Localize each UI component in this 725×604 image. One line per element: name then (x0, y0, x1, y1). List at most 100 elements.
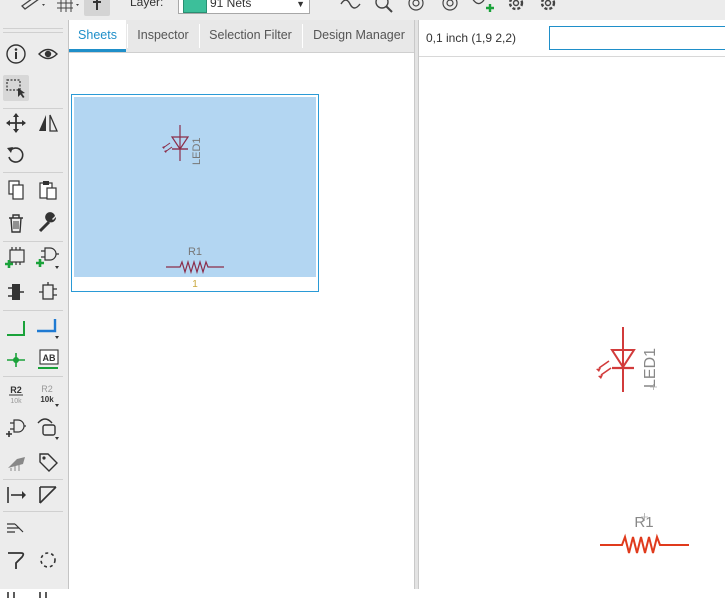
junction-icon (7, 353, 25, 367)
gear-icon[interactable] (536, 0, 560, 14)
paste-icon (39, 181, 57, 200)
rotate-icon (7, 147, 24, 163)
move-tool[interactable] (3, 110, 29, 136)
led1-part[interactable]: LED1 (596, 327, 659, 392)
add-gate-icon (36, 247, 59, 269)
mirror-tool[interactable] (35, 110, 61, 136)
wave-icon[interactable] (338, 0, 364, 14)
name-icon: R2 10k (9, 385, 23, 405)
toolbox-divider (3, 32, 63, 33)
group-select-icon (6, 79, 25, 98)
more-icon (39, 592, 47, 598)
copy-icon (8, 180, 24, 200)
name-tool[interactable]: R2 10k (3, 382, 29, 408)
toolbox-divider (3, 511, 63, 512)
toolbox-divider (3, 108, 63, 109)
optimize-tool[interactable] (35, 547, 61, 573)
grid-coordinate-readout: 0,1 inch (1,9 2,2) (426, 31, 517, 45)
name-icon-subtext: 10k (10, 398, 22, 405)
add-part-icon (5, 247, 25, 268)
label-icon-text: AB (43, 353, 56, 363)
wire-tool[interactable] (3, 315, 29, 341)
tab-selection-filter[interactable]: Selection Filter (200, 20, 301, 52)
tab-sheets[interactable]: Sheets (69, 20, 126, 52)
toolbox-divider (3, 479, 63, 480)
show-tool[interactable] (35, 41, 61, 67)
layer-label: Layer: (130, 0, 164, 9)
ratsnest-icon[interactable] (404, 0, 428, 14)
line-tool[interactable] (35, 482, 61, 508)
trash-icon (9, 214, 23, 233)
info-icon (6, 44, 26, 64)
label-tool[interactable]: AB (35, 347, 61, 373)
zoom-icon[interactable] (372, 0, 396, 14)
pin-button[interactable] (84, 0, 110, 16)
tab-inspector[interactable]: Inspector (128, 20, 198, 52)
r1-part[interactable]: R1 (600, 513, 689, 554)
ripup-icon[interactable] (438, 0, 462, 14)
smash-tool[interactable] (35, 415, 61, 441)
toolbox-divider (3, 376, 63, 377)
sheet-thumbnail[interactable]: LED1 R1 1 (71, 94, 319, 292)
attribute-tool[interactable] (35, 449, 61, 475)
paste-tool[interactable] (35, 177, 61, 203)
gate-swap-tool[interactable] (3, 279, 29, 305)
miter-tool[interactable] (3, 449, 29, 475)
schematic-canvas[interactable]: 0,1 inch (1,9 2,2) LED1 R1 (419, 20, 725, 589)
optimize-icon (40, 552, 56, 568)
replace-tool[interactable] (35, 245, 61, 271)
junction-tool[interactable] (3, 347, 29, 373)
r1-name-label[interactable]: R1 (634, 514, 653, 531)
smash-icon (37, 418, 59, 440)
info-tool[interactable] (3, 41, 29, 67)
top-toolbar: Layer: 91 Nets ▼ (0, 0, 725, 21)
toolbox-divider (3, 28, 63, 29)
resistor-label-preview: R1 (188, 246, 202, 258)
led-label-preview: LED1 (191, 137, 203, 165)
ercheck-tool[interactable] (3, 547, 29, 573)
wrench-icon (38, 212, 57, 233)
bus-tool[interactable] (3, 515, 29, 541)
mirror-icon (39, 114, 58, 132)
rotate-tool[interactable] (3, 142, 29, 168)
add-route-icon[interactable] (470, 0, 496, 14)
name-icon-text: R2 (10, 385, 22, 395)
toolbox-divider (3, 172, 63, 173)
coordinate-bar: 0,1 inch (1,9 2,2) (419, 20, 725, 57)
invoke-tool[interactable] (3, 415, 29, 441)
wire-icon (7, 321, 25, 336)
net-tool[interactable] (35, 315, 61, 341)
copy-tool[interactable] (3, 177, 29, 203)
toolbox-divider (3, 310, 63, 311)
label-icon: AB (38, 349, 59, 369)
erc-icon (8, 552, 25, 569)
grid-icon[interactable] (54, 0, 82, 14)
layer-select[interactable]: 91 Nets ▼ (178, 0, 310, 14)
delete-tool[interactable] (3, 210, 29, 236)
sheet-preview: LED1 R1 (74, 97, 316, 277)
command-line-input[interactable] (549, 26, 725, 50)
layer-color-swatch (183, 0, 207, 13)
led1-name-label[interactable]: LED1 (642, 348, 659, 388)
value-icon-subtext: 10k (40, 395, 54, 404)
add-part-tool[interactable] (3, 245, 29, 271)
split-icon (7, 487, 26, 503)
pencil-icon[interactable] (18, 0, 48, 14)
tab-design-manager[interactable]: Design Manager (303, 20, 415, 52)
split-tool[interactable] (3, 482, 29, 508)
eye-icon (38, 48, 58, 60)
group-tool[interactable] (3, 75, 29, 101)
pin-swap-tool[interactable] (35, 279, 61, 305)
value-tool[interactable]: R2 10k (35, 382, 61, 408)
layer-select-value: 91 Nets (210, 0, 252, 10)
chevron-down-icon: ▼ (296, 0, 305, 9)
more-icon (7, 592, 15, 598)
gear-icon[interactable] (504, 0, 528, 14)
more-tool[interactable] (35, 578, 61, 604)
net-icon (37, 319, 59, 339)
change-tool[interactable] (35, 210, 61, 236)
invoke-icon (6, 419, 26, 437)
command-toolbox: AB R2 10k R2 10k (0, 20, 69, 598)
more-tool[interactable] (3, 578, 29, 604)
miter-icon (8, 457, 25, 471)
